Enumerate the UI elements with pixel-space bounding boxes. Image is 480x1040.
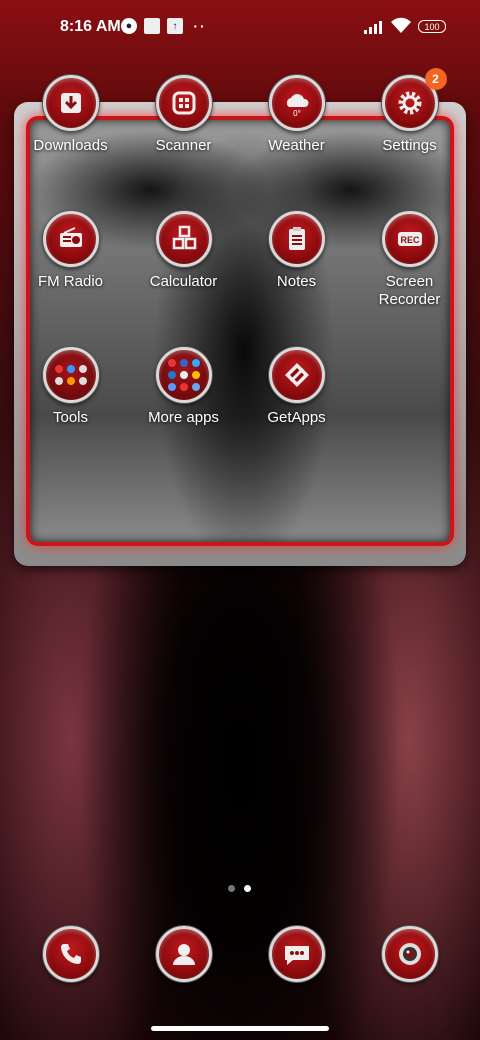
cloud-icon: 0°: [268, 75, 325, 131]
wifi-icon: [391, 17, 411, 33]
notification-square-icon: [144, 18, 160, 34]
app-label: FM Radio: [37, 273, 104, 290]
folder-panel: [26, 116, 454, 546]
app-screen-recorder[interactable]: REC Screen Recorder: [353, 211, 466, 309]
page-dot[interactable]: [228, 885, 235, 892]
app-label: More apps: [148, 409, 219, 426]
app-more-apps[interactable]: More apps: [127, 347, 240, 427]
clock: 8:16 AM: [60, 18, 121, 35]
clipboard-icon: [268, 211, 325, 267]
signal-icon: [364, 20, 386, 34]
dock-contacts[interactable]: [127, 926, 240, 982]
app-downloads[interactable]: Downloads: [14, 75, 127, 155]
more-notifications-icon: ··: [193, 18, 207, 34]
rec-icon: REC: [381, 211, 438, 267]
messages-icon: [268, 926, 325, 982]
app-tools[interactable]: Tools: [14, 347, 127, 427]
app-label: Scanner: [155, 137, 212, 154]
app-settings[interactable]: 2 Settings: [353, 68, 466, 155]
app-label: Screen Recorder: [378, 273, 441, 308]
app-calculator[interactable]: Calculator: [127, 211, 240, 291]
status-bar: 8:16 AM ● ↑ ·· 100: [0, 0, 480, 56]
phone-icon: [42, 926, 99, 982]
dock-messages[interactable]: [240, 926, 353, 982]
page-indicator: [228, 879, 260, 897]
folder-grid-icon: [42, 347, 99, 403]
app-weather[interactable]: 0° Weather: [240, 75, 353, 155]
app-getapps[interactable]: GetApps: [240, 347, 353, 427]
app-label: GetApps: [267, 409, 326, 426]
app-label: Weather: [268, 137, 325, 154]
contacts-icon: [155, 926, 212, 982]
notification-badge: 2: [424, 68, 447, 90]
app-scanner[interactable]: Scanner: [127, 75, 240, 155]
cubes-icon: [155, 211, 212, 267]
app-label: Settings: [382, 137, 437, 154]
app-label: Notes: [276, 273, 317, 290]
app-label: Tools: [52, 409, 89, 426]
gear-icon: 2: [381, 68, 447, 131]
svg-text:REC: REC: [400, 235, 420, 245]
upload-notification-icon: ↑: [167, 18, 183, 34]
app-label: Downloads: [33, 137, 108, 154]
app-fm-radio[interactable]: FM Radio: [14, 211, 127, 291]
dock-camera[interactable]: [353, 926, 466, 982]
dock-phone[interactable]: [14, 926, 127, 982]
app-notes[interactable]: Notes: [240, 211, 353, 291]
battery-icon: 100: [418, 20, 446, 33]
scanner-icon: [155, 75, 212, 131]
getapps-icon: [268, 347, 325, 403]
radio-icon: [42, 211, 99, 267]
page-dot-active[interactable]: [244, 885, 251, 892]
notification-app-icon: ●: [121, 18, 137, 34]
gesture-nav-handle[interactable]: [151, 1026, 329, 1031]
camera-icon: [381, 926, 438, 982]
download-icon: [42, 75, 99, 131]
folder-grid-icon: [155, 347, 212, 403]
app-label: Calculator: [149, 273, 218, 290]
svg-text:0°: 0°: [293, 109, 301, 118]
